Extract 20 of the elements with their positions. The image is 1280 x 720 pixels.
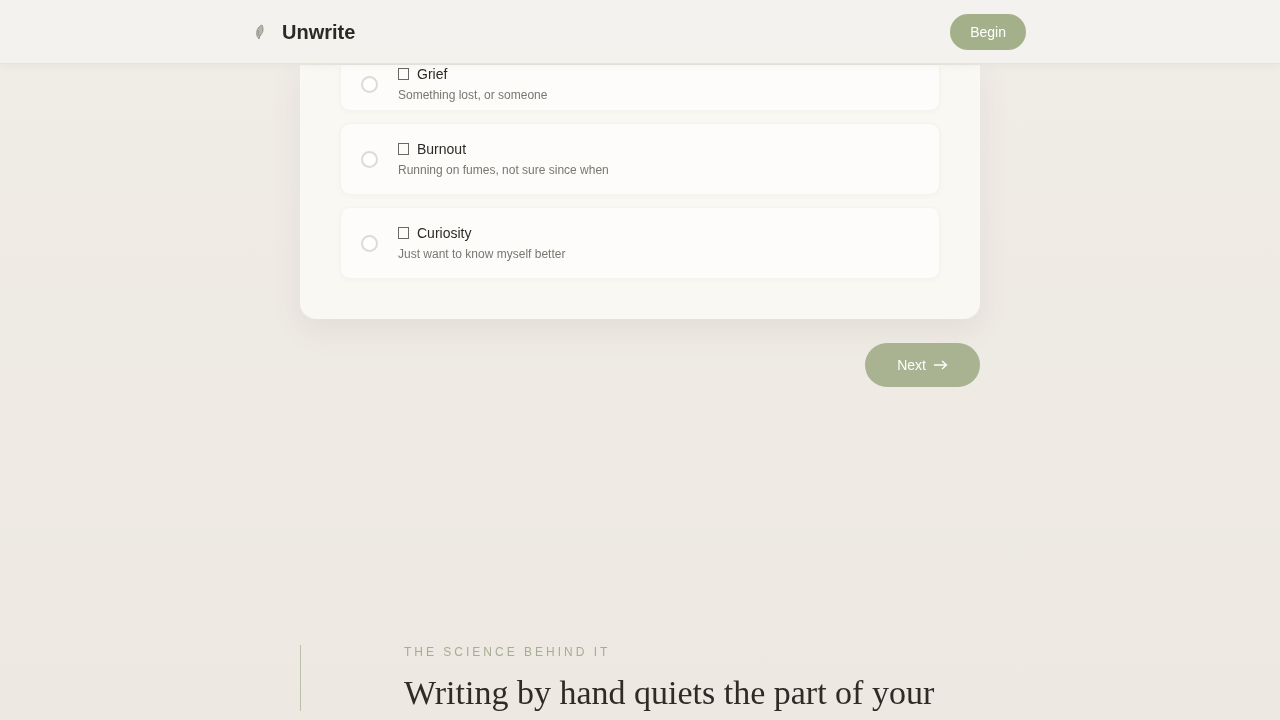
option-description: Running on fumes, not sure since when xyxy=(398,162,609,178)
option-row[interactable]: Grief Something lost, or someone xyxy=(340,65,940,111)
option-description: Something lost, or someone xyxy=(398,87,548,103)
square-icon xyxy=(398,68,409,80)
option-row[interactable]: Burnout Running on fumes, not sure since when xyxy=(340,123,940,195)
section-heading: Writing by hand quiets the part of your xyxy=(404,675,936,711)
section-eyebrow: THE SCIENCE BEHIND IT xyxy=(404,645,612,659)
arrow-right-icon xyxy=(934,360,948,370)
radio-button[interactable] xyxy=(361,234,378,252)
square-icon xyxy=(398,227,409,239)
option-description: Just want to know myself better xyxy=(398,246,566,262)
option-title: Burnout xyxy=(417,140,467,158)
option-row[interactable]: Curiosity Just want to know myself better xyxy=(340,207,940,279)
brand-name[interactable]: Unwrite xyxy=(282,17,356,47)
radio-button[interactable] xyxy=(361,75,378,93)
square-icon xyxy=(398,143,409,155)
radio-button[interactable] xyxy=(361,150,378,168)
feather-icon xyxy=(254,24,266,40)
option-title: Curiosity xyxy=(417,224,472,242)
option-title: Grief xyxy=(417,65,448,83)
